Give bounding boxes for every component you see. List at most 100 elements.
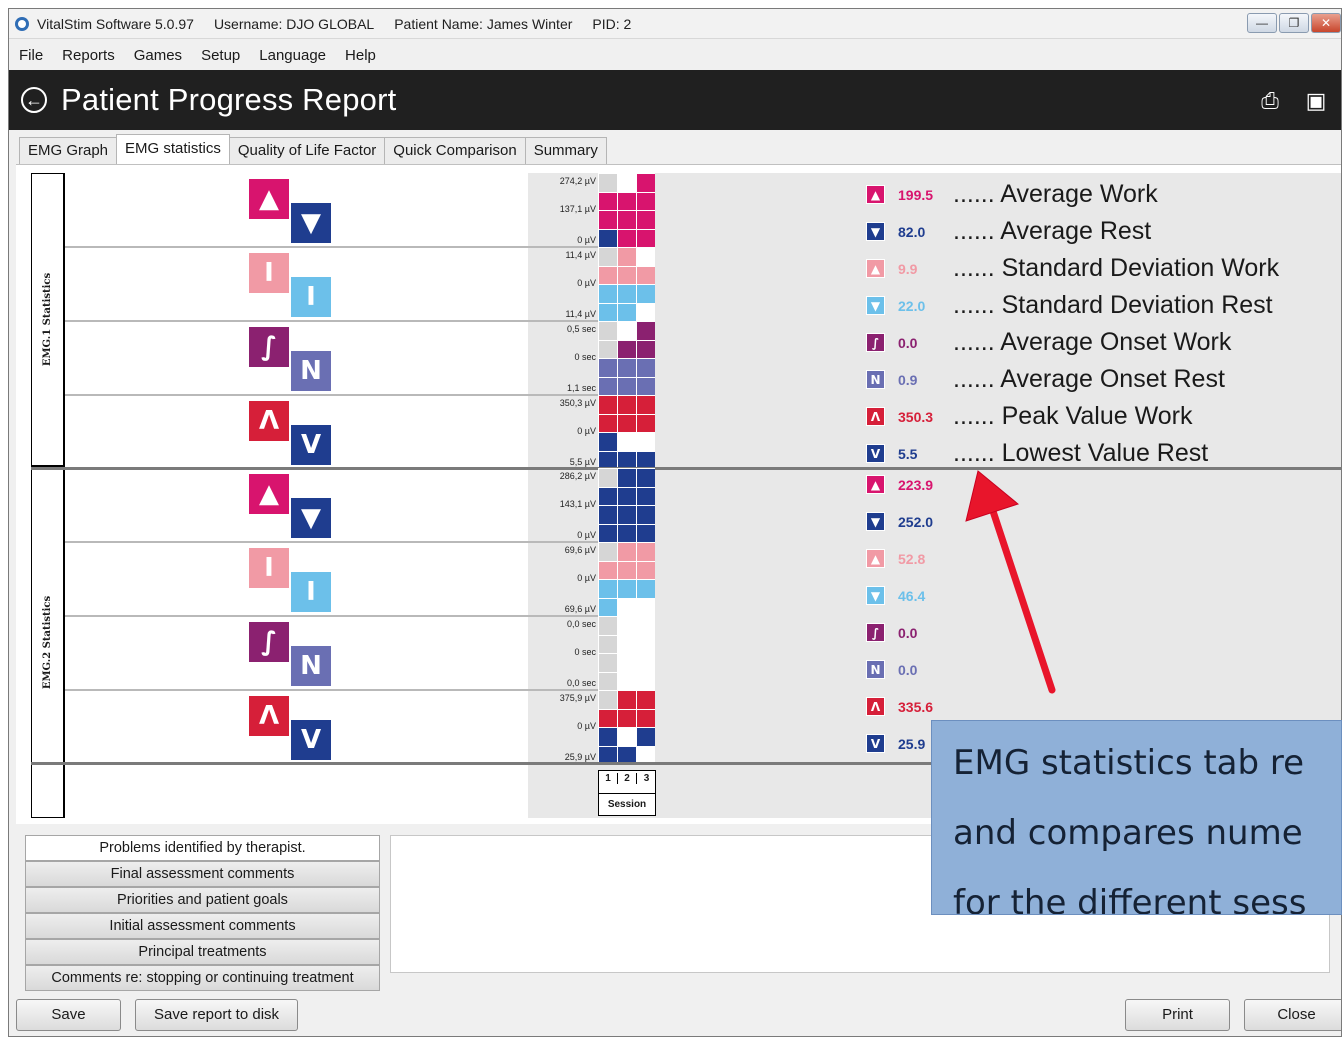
legend-text: ...... Peak Value Work xyxy=(953,402,1193,430)
emg2-peak-low-grid-cell xyxy=(636,727,655,746)
page-title: Patient Progress Report xyxy=(61,82,397,117)
metric-6-icon: Λ xyxy=(866,697,885,716)
back-arrow-icon[interactable]: ← xyxy=(21,87,47,113)
emg1-average-grid-cell xyxy=(617,191,636,210)
notes-item-principal-treatments[interactable]: Principal treatments xyxy=(25,939,380,965)
username-label: Username: DJO GLOBAL xyxy=(213,15,375,32)
emg2-average-grid-cell xyxy=(617,468,636,487)
emg1-onset-grid-cell xyxy=(598,376,617,395)
emg2-onset-grid-cell xyxy=(617,616,636,635)
emg2-average-scale-label: 0 µV xyxy=(577,530,596,540)
emg2-value-row: ▼ 46.4 xyxy=(866,586,942,605)
menu-language[interactable]: Language xyxy=(259,47,326,64)
notes-item-problems[interactable]: Problems identified by therapist. xyxy=(25,835,380,861)
metric-1-icon: ▼ xyxy=(866,512,885,531)
metric-3-icon: ▼ xyxy=(866,296,885,315)
peak-low-rest-icon: V xyxy=(289,718,333,762)
emg1-metric-value: 9.9 xyxy=(898,260,918,277)
emg1-peak-low-grid-cell xyxy=(598,432,617,451)
save-button[interactable]: Save xyxy=(16,999,121,1031)
save-disk-icon[interactable]: ▣ xyxy=(1303,88,1329,114)
menu-reports[interactable]: Reports xyxy=(62,47,115,64)
tab-bar: EMG Graph EMG statistics Quality of Life… xyxy=(19,134,607,165)
emg2-metric-value: 223.9 xyxy=(898,476,934,493)
emg2-onset-icon-pair: ∫ N xyxy=(249,622,333,688)
emg2-standard-deviation-grid-cell xyxy=(598,579,617,598)
legend-text: ...... Standard Deviation Rest xyxy=(953,291,1273,319)
emg1-average-scale-label: 274,2 µV xyxy=(559,176,596,186)
emg2-peak-low-grid-cell xyxy=(617,708,636,727)
emg2-average-grid-cell xyxy=(617,505,636,524)
emg1-peak-low-scale-label: 0 µV xyxy=(577,426,596,436)
emg1-value-row: ▲ 9.9 ...... Standard Deviation Work xyxy=(866,254,1279,283)
emg2-average-grid-cell xyxy=(636,468,655,487)
row-separator xyxy=(65,541,598,543)
emg1-standard-deviation-scale-label: 11,4 µV xyxy=(565,250,596,260)
emg1-value-row: V 5.5 ...... Lowest Value Rest xyxy=(866,439,1208,468)
emg2-onset-grid-cell xyxy=(617,653,636,672)
menu-help[interactable]: Help xyxy=(345,47,376,64)
emg2-standard-deviation-grid-cell xyxy=(598,560,617,579)
printer-icon[interactable]: ⎙ xyxy=(1257,88,1283,114)
restore-button[interactable]: ❐ xyxy=(1279,13,1309,33)
emg2-peak-low-scale-label: 375,9 µV xyxy=(559,693,596,703)
peak-low-rest-icon: V xyxy=(289,423,333,467)
tab-emg-statistics[interactable]: EMG statistics xyxy=(116,134,230,164)
close-window-button[interactable]: ✕ xyxy=(1311,13,1341,33)
emg2-metric-value: 0.0 xyxy=(898,661,918,678)
emg2-onset-grid-cell xyxy=(598,671,617,690)
emg1-peak-low-grid-cell xyxy=(598,413,617,432)
emg1-onset-grid-cell xyxy=(617,358,636,377)
emg2-peak-low-scale-label: 25,9 µV xyxy=(564,752,596,762)
tab-quality-of-life[interactable]: Quality of Life Factor xyxy=(228,137,386,165)
menu-games[interactable]: Games xyxy=(134,47,182,64)
row-separator xyxy=(65,320,598,322)
save-to-disk-button[interactable]: Save report to disk xyxy=(135,999,298,1031)
emg1-average-grid-cell xyxy=(617,228,636,247)
print-button[interactable]: Print xyxy=(1125,999,1230,1031)
menu-file[interactable]: File xyxy=(19,47,43,64)
emg1-metric-value: 0.9 xyxy=(898,371,918,388)
emg1-average-grid-cell xyxy=(636,228,655,247)
emg2-standard-deviation-scale-label: 69,6 µV xyxy=(564,545,596,555)
pid-label: PID: 2 xyxy=(592,15,632,32)
emg2-onset-scale-label: 0 sec xyxy=(574,647,596,657)
notes-item-priorities[interactable]: Priorities and patient goals xyxy=(25,887,380,913)
emg2-onset-scale-label: 0,0 sec xyxy=(566,678,596,688)
notes-item-final-assessment[interactable]: Final assessment comments xyxy=(25,861,380,887)
close-button[interactable]: Close xyxy=(1244,999,1341,1031)
emg1-standard-deviation-icon-pair: ΙΙ xyxy=(249,253,333,319)
emg2-peak-low-grid-cell xyxy=(598,708,617,727)
average-rest-icon: ▼ xyxy=(289,496,333,540)
emg1-average-grid-cell xyxy=(617,210,636,229)
metric-0-icon: ▲ xyxy=(866,185,885,204)
emg2-standard-deviation-grid-cell xyxy=(636,579,655,598)
average-work-icon: ▲ xyxy=(249,474,289,514)
emg1-onset-grid-cell xyxy=(598,358,617,377)
emg1-onset-grid-cell xyxy=(598,321,617,340)
tab-quick-comparison[interactable]: Quick Comparison xyxy=(384,137,526,165)
emg1-standard-deviation-grid-cell xyxy=(617,247,636,266)
notes-item-initial-assessment[interactable]: Initial assessment comments xyxy=(25,913,380,939)
notes-item-stopping-continuing[interactable]: Comments re: stopping or continuing trea… xyxy=(25,965,380,991)
emg1-average-icon-pair: ▲ ▼ xyxy=(249,179,333,245)
emg1-standard-deviation-grid-cell xyxy=(617,284,636,303)
menu-setup[interactable]: Setup xyxy=(201,47,240,64)
emg2-peak-low-grid-cell xyxy=(636,690,655,709)
emg1-section-label: EMG.1 Statistics xyxy=(31,173,65,466)
emg2-standard-deviation-grid-cell xyxy=(636,597,655,616)
emg1-metric-value: 199.5 xyxy=(898,186,934,203)
emg1-onset-scale-label: 1,1 sec xyxy=(566,383,596,393)
emg1-peak-low-grid-cell xyxy=(617,395,636,414)
tab-summary[interactable]: Summary xyxy=(524,137,607,165)
callout-line-3: for the different sess xyxy=(953,883,1307,915)
legend-text: ...... Average Work xyxy=(953,180,1158,208)
emg1-value-row: ∫ 0.0 ...... Average Onset Work xyxy=(866,328,1231,357)
legend-text: ...... Lowest Value Rest xyxy=(953,439,1209,467)
emg1-peak-low-grid-cell xyxy=(617,432,636,451)
emg2-onset-grid-cell xyxy=(617,634,636,653)
tab-emg-graph[interactable]: EMG Graph xyxy=(19,137,118,165)
emg2-average-grid-cell xyxy=(636,505,655,524)
emg2-onset-scale-label: 0,0 sec xyxy=(566,619,596,629)
minimize-button[interactable]: — xyxy=(1247,13,1277,33)
